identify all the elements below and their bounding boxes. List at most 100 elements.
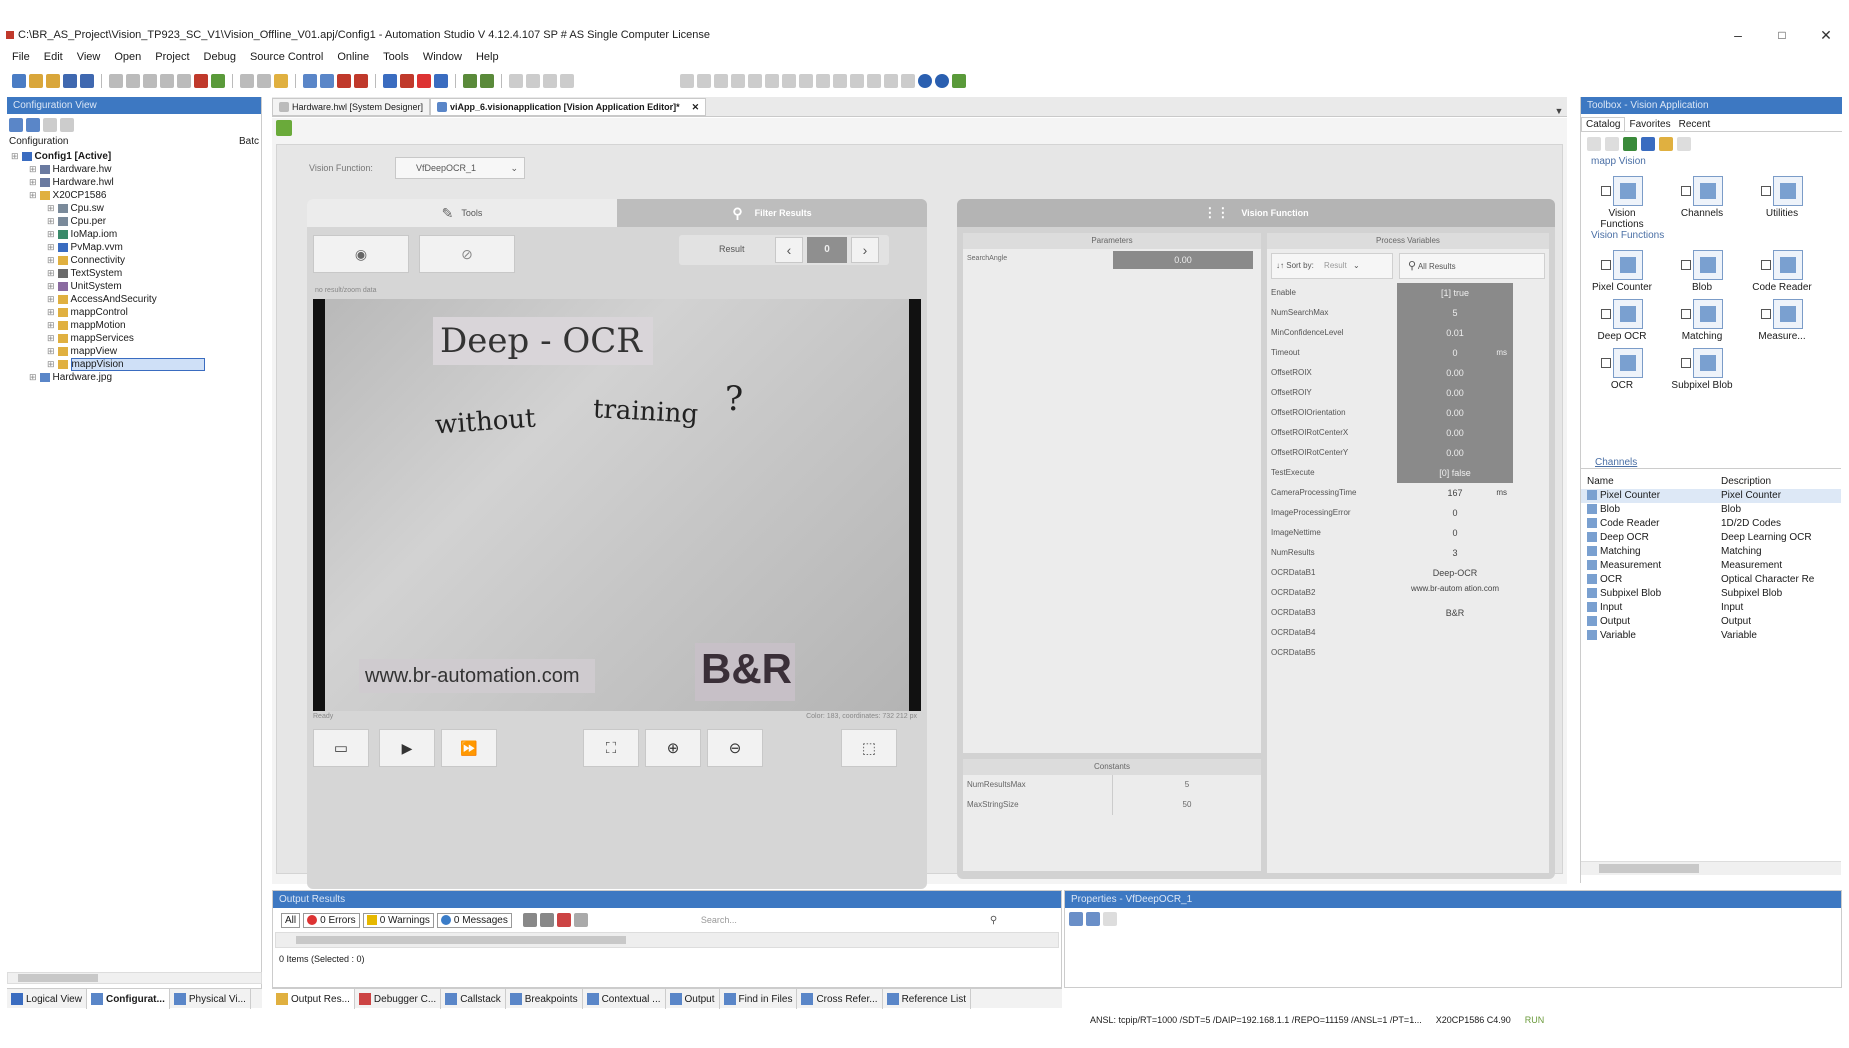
process-variable-value[interactable]: 0 ms — [1397, 343, 1513, 363]
tab-callstack[interactable]: Callstack — [441, 989, 506, 1009]
toolbox-item[interactable]: Deep OCR — [1591, 299, 1653, 342]
menu-view[interactable]: View — [77, 51, 101, 63]
expand-icon[interactable]: ⊞ — [47, 268, 55, 278]
favorite-checkbox[interactable] — [1681, 309, 1691, 319]
tab-recent[interactable]: Recent — [1675, 118, 1715, 131]
tab-reference-list[interactable]: Reference List — [883, 989, 972, 1009]
tab-catalog[interactable]: Catalog — [1581, 117, 1626, 131]
menu-help[interactable]: Help — [476, 51, 499, 63]
favorite-checkbox[interactable] — [1601, 358, 1611, 368]
globe-icon[interactable] — [918, 74, 932, 88]
align-left-icon[interactable] — [680, 74, 694, 88]
tab-physical-view[interactable]: Physical Vi... — [170, 989, 251, 1009]
monitor-icon[interactable] — [303, 74, 317, 88]
output-hscrollbar[interactable] — [275, 932, 1059, 948]
open-folder-icon[interactable] — [29, 74, 43, 88]
toolbox-list-row[interactable]: Subpixel Blob Subpixel Blob — [1581, 587, 1841, 601]
tab-vision-application[interactable]: viApp_6.visionapplication [Vision Applic… — [430, 98, 707, 116]
toolbox-hscroll-thumb[interactable] — [1599, 864, 1699, 873]
filter-all-button[interactable]: All — [281, 912, 301, 928]
expand-icon[interactable]: ⊞ — [47, 281, 55, 291]
toolbox-list-row[interactable]: Deep OCR Deep Learning OCR — [1581, 531, 1841, 545]
camera-image[interactable]: Deep - OCR without training ? www.br-aut… — [325, 299, 909, 711]
online-icon[interactable] — [400, 74, 414, 88]
process-variable-value[interactable] — [1397, 643, 1513, 663]
cut-icon[interactable] — [109, 74, 123, 88]
process-variable-value[interactable]: 0.01 — [1397, 323, 1513, 343]
fast-forward-button[interactable]: ⏩ — [441, 729, 497, 767]
expand-icon[interactable]: ⊞ — [47, 216, 55, 226]
expand-icon[interactable]: ⊞ — [29, 190, 37, 200]
select-region-button[interactable]: ⬚ — [841, 729, 897, 767]
expand-icon[interactable]: ⊞ — [47, 255, 55, 265]
zoom-icon[interactable] — [850, 74, 864, 88]
network-icon[interactable] — [935, 74, 949, 88]
tree-item[interactable]: ⊞ IoMap.iom — [7, 228, 261, 241]
toolbox-list-icon[interactable] — [1605, 137, 1619, 151]
tab-contextual[interactable]: Contextual ... — [583, 989, 666, 1009]
tree-item[interactable]: ⊞ Cpu.per — [7, 215, 261, 228]
tree-item[interactable]: ⊞ TextSystem — [7, 267, 261, 280]
layout-icon[interactable] — [509, 74, 523, 88]
expand-icon[interactable]: ⊞ — [29, 164, 37, 174]
config-collapse-icon[interactable] — [43, 118, 57, 132]
expand-icon[interactable]: ⊞ — [47, 242, 55, 252]
undo-icon[interactable] — [160, 74, 174, 88]
tab-breakpoints[interactable]: Breakpoints — [506, 989, 583, 1009]
config-properties-icon[interactable] — [26, 118, 40, 132]
expand-icon[interactable]: ⊞ — [29, 177, 37, 187]
tree-item[interactable]: ⊞ Connectivity — [7, 254, 261, 267]
toolbox-hscrollbar[interactable] — [1581, 861, 1841, 875]
expand-icon[interactable]: ⊞ — [47, 229, 55, 239]
tree-item[interactable]: ⊞ mappVision — [7, 358, 261, 371]
settings-icon[interactable] — [434, 74, 448, 88]
menu-window[interactable]: Window — [423, 51, 462, 63]
toolbox-item[interactable]: OCR — [1591, 348, 1653, 391]
grid-icon[interactable] — [526, 74, 540, 88]
output-search-input[interactable]: Search... — [701, 915, 737, 925]
fit-to-window-button[interactable]: ⛶ — [583, 729, 639, 767]
menu-tools[interactable]: Tools — [383, 51, 409, 63]
favorite-checkbox[interactable] — [1761, 309, 1771, 319]
delete-icon[interactable] — [194, 74, 208, 88]
expand-icon[interactable]: ⊞ — [47, 320, 55, 330]
menu-project[interactable]: Project — [155, 51, 189, 63]
rebuild-icon[interactable] — [257, 74, 271, 88]
tab-output[interactable]: Output — [666, 989, 720, 1009]
ungroup-icon[interactable] — [799, 74, 813, 88]
zoom-out-button[interactable]: ⊖ — [707, 729, 763, 767]
toolbox-list-row[interactable]: Pixel Counter Pixel Counter — [1581, 489, 1841, 503]
process-variable-value[interactable]: 3 — [1397, 543, 1513, 563]
process-variable-value[interactable]: 0.00 — [1397, 423, 1513, 443]
distribute-icon[interactable] — [731, 74, 745, 88]
process-variable-value[interactable]: 167 ms — [1397, 483, 1513, 503]
process-variable-value[interactable]: [0] false — [1397, 463, 1513, 483]
tree-item[interactable]: ⊞ mappControl — [7, 306, 261, 319]
search-icon[interactable]: ⚲ — [990, 915, 997, 926]
output-group-icon[interactable] — [539, 913, 554, 927]
paste-icon[interactable] — [143, 74, 157, 88]
trace-icon[interactable] — [480, 74, 494, 88]
tab-logical-view[interactable]: Logical View — [7, 989, 87, 1009]
close-button[interactable]: ✕ — [1806, 22, 1846, 48]
tree-item[interactable]: ⊞ Config1 [Active] — [7, 150, 261, 163]
toolbox-view-icon[interactable] — [1587, 137, 1601, 151]
tree-item[interactable]: ⊞ X20CP1586 — [7, 189, 261, 202]
expand-icon[interactable]: ⊞ — [47, 203, 55, 213]
toolbox-list-row[interactable]: Matching Matching — [1581, 545, 1841, 559]
align-center-icon[interactable] — [697, 74, 711, 88]
align-right-icon[interactable] — [714, 74, 728, 88]
minus-icon[interactable] — [901, 74, 915, 88]
expand-icon[interactable]: ⊞ — [47, 307, 55, 317]
toolbox-item[interactable]: Utilities — [1751, 176, 1813, 230]
view-icon[interactable] — [543, 74, 557, 88]
channels-link[interactable]: Channels — [1595, 457, 1637, 468]
tab-find-in-files[interactable]: Find in Files — [720, 989, 798, 1009]
tab-dropdown-icon[interactable]: ▼ — [1551, 106, 1567, 116]
editor-refresh-icon[interactable] — [276, 120, 292, 136]
tab-output-results[interactable]: Output Res... — [272, 989, 355, 1009]
alphabetical-icon[interactable] — [1086, 912, 1100, 926]
favorite-checkbox[interactable] — [1681, 260, 1691, 270]
output-hscroll-thumb[interactable] — [296, 936, 626, 944]
tab-filter-results[interactable]: ⚲ Filter Results — [617, 199, 927, 227]
